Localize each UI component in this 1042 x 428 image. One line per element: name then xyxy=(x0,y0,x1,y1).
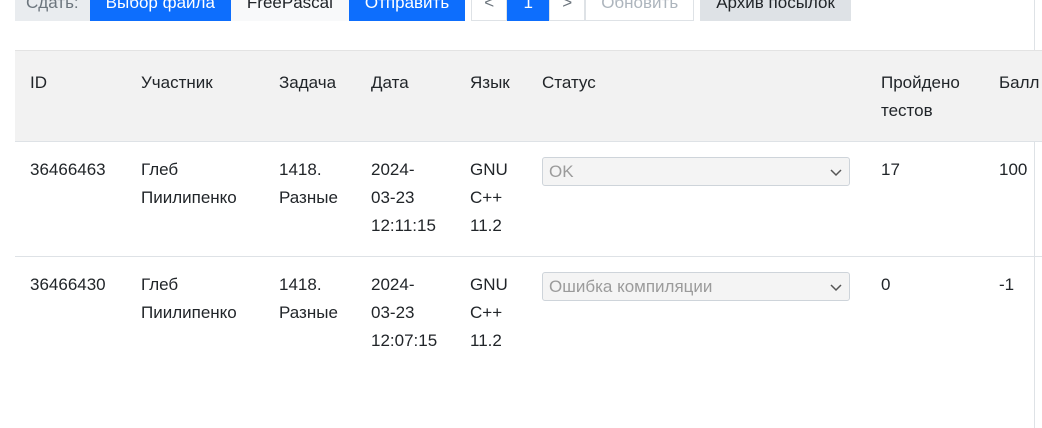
participant-first-name: Глеб xyxy=(141,160,179,179)
header-status[interactable]: Статус xyxy=(527,50,866,142)
lang-line2: C++ xyxy=(470,188,503,207)
table-header-row: ID Участник Задача Дата Язык Статус Прой… xyxy=(15,50,1042,142)
header-id[interactable]: ID xyxy=(15,50,126,142)
date-line2: 03-23 xyxy=(371,188,415,207)
table-row: 36466430 Глеб Пиилипенко 1418. Разные 20… xyxy=(15,256,1042,369)
task-title: Разные xyxy=(279,188,338,207)
date-line1: 2024- xyxy=(371,275,415,294)
header-score[interactable]: Балл xyxy=(984,50,1042,142)
participant-first-name: Глеб xyxy=(141,275,179,294)
prev-page-button[interactable]: < xyxy=(471,0,508,21)
choose-file-button[interactable]: Выбор файла xyxy=(89,0,231,21)
submissions-table: ID Участник Задача Дата Язык Статус Прой… xyxy=(15,50,1042,369)
date-line2: 03-23 xyxy=(371,303,415,322)
cell-participant: Глеб Пиилипенко xyxy=(126,141,264,257)
cell-task[interactable]: 1418. Разные xyxy=(264,256,356,369)
cell-passed: 0 xyxy=(866,256,984,369)
chevron-down-icon xyxy=(829,165,843,179)
cell-date: 2024- 03-23 12:07:15 xyxy=(356,256,455,369)
cell-language: GNU C++ 11.2 xyxy=(455,256,527,369)
header-participant[interactable]: Участник xyxy=(126,50,264,142)
status-select[interactable]: Ошибка компиляции xyxy=(542,272,850,301)
cell-score: -1 xyxy=(984,256,1042,369)
date-line3: 12:11:15 xyxy=(371,216,436,235)
header-task[interactable]: Задача xyxy=(264,50,356,142)
status-value: OK xyxy=(549,162,574,181)
refresh-button[interactable]: Обновить xyxy=(585,0,695,21)
lang-line3: 11.2 xyxy=(470,331,502,350)
lang-line3: 11.2 xyxy=(470,216,502,235)
cell-status: Ошибка компиляции xyxy=(527,256,866,369)
table-row: 36466463 Глеб Пиилипенко 1418. Разные 20… xyxy=(15,141,1042,257)
submit-toolbar: Сдать: Выбор файла FreePascal Отправить … xyxy=(15,0,851,21)
header-passed-line2: тестов xyxy=(881,101,933,120)
header-passed-tests[interactable]: Пройдено тестов xyxy=(866,50,984,142)
archive-button[interactable]: Архив посылок xyxy=(700,0,851,21)
cell-status: OK xyxy=(527,141,866,257)
header-date[interactable]: Дата xyxy=(356,50,455,142)
task-title: Разные xyxy=(279,303,338,322)
submit-label: Сдать: xyxy=(15,0,90,21)
header-passed-line1: Пройдено xyxy=(881,73,960,92)
chevron-down-icon xyxy=(829,280,843,294)
cell-id[interactable]: 36466430 xyxy=(15,256,126,369)
participant-last-name: Пиилипенко xyxy=(141,188,237,207)
date-line3: 12:07:15 xyxy=(371,331,438,350)
current-page-button[interactable]: 1 xyxy=(507,0,550,21)
date-line1: 2024- xyxy=(371,160,415,179)
cell-participant: Глеб Пиилипенко xyxy=(126,256,264,369)
status-select[interactable]: OK xyxy=(542,157,850,186)
cell-score: 100 xyxy=(984,141,1042,257)
cell-language: GNU C++ 11.2 xyxy=(455,141,527,257)
task-number: 1418. xyxy=(279,275,322,294)
lang-line2: C++ xyxy=(470,303,503,322)
next-page-button[interactable]: > xyxy=(549,0,586,21)
participant-last-name: Пиилипенко xyxy=(141,303,237,322)
language-select[interactable]: FreePascal xyxy=(230,0,349,21)
send-button[interactable]: Отправить xyxy=(348,0,466,21)
status-value: Ошибка компиляции xyxy=(549,277,713,296)
cell-task[interactable]: 1418. Разные xyxy=(264,141,356,257)
task-number: 1418. xyxy=(279,160,322,179)
header-language[interactable]: Язык xyxy=(455,50,527,142)
lang-line1: GNU xyxy=(470,160,508,179)
cell-date: 2024- 03-23 12:11:15 xyxy=(356,141,455,257)
cell-id[interactable]: 36466463 xyxy=(15,141,126,257)
lang-line1: GNU xyxy=(470,275,508,294)
cell-passed: 17 xyxy=(866,141,984,257)
